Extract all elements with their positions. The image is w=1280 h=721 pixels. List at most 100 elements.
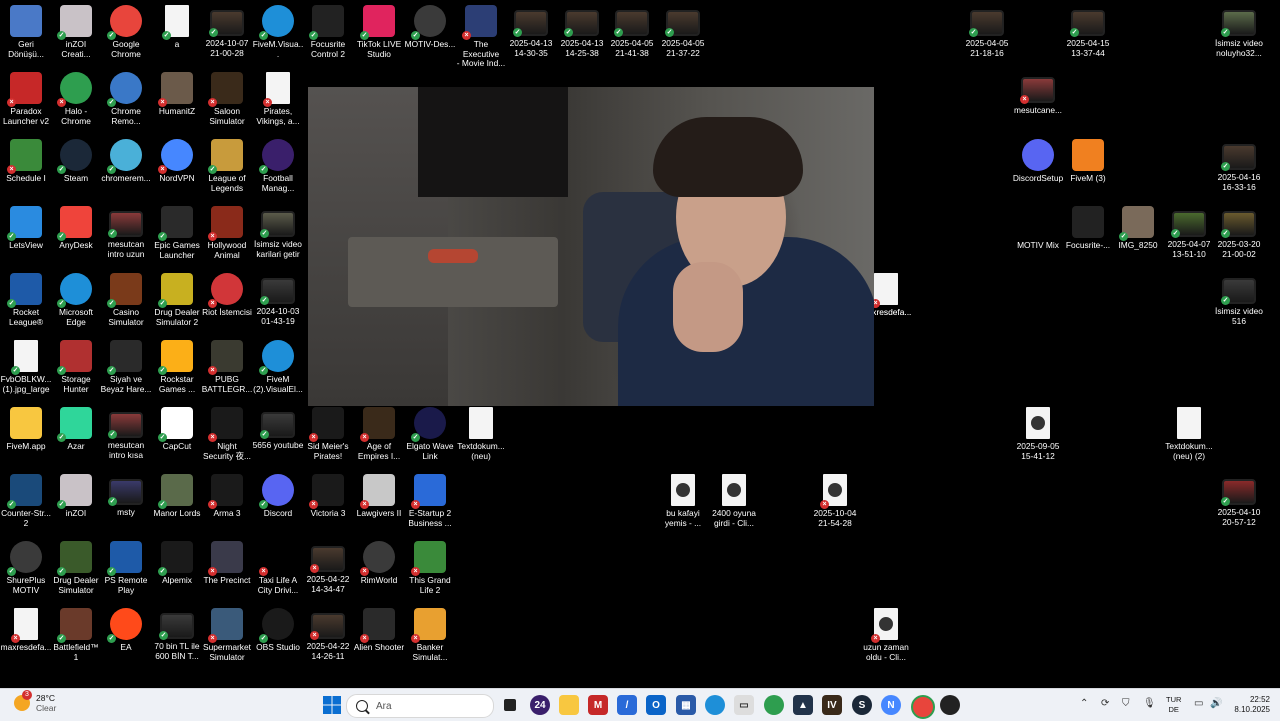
desktop-icon[interactable]: Victoria 3 <box>302 474 354 519</box>
edge-taskbar-icon[interactable] <box>705 695 725 715</box>
taskbar-blue-app-icon[interactable]: / <box>617 695 637 715</box>
language-indicator[interactable]: TUR DE <box>1166 695 1181 715</box>
desktop-icon[interactable]: The Executive - Movie Ind... <box>455 5 507 69</box>
desktop-icon[interactable]: Halo - Chrome <box>50 72 102 126</box>
desktop-icon[interactable]: Drug Dealer Simulator <box>50 541 102 595</box>
obs-taskbar-icon[interactable] <box>940 695 960 715</box>
desktop-icon[interactable]: 2025-03-20 21-00-02 <box>1213 206 1265 259</box>
desktop-icon[interactable]: The Precinct <box>201 541 253 586</box>
desktop-icon[interactable]: 2025-04-16 16-33-16 <box>1213 139 1265 192</box>
desktop-icon[interactable]: 2025-04-22 14-34-47 <box>302 541 354 594</box>
file-explorer-icon[interactable] <box>559 695 579 715</box>
desktop-icon[interactable]: Siyah ve Beyaz Hare... <box>100 340 152 394</box>
desktop-icon[interactable]: Night Security 夜... <box>201 407 253 461</box>
desktop-icon[interactable]: Sid Meier's Pirates! <box>302 407 354 461</box>
desktop-icon[interactable]: RimWorld <box>353 541 405 586</box>
desktop-icon[interactable]: Focusrite Control 2 <box>302 5 354 59</box>
desktop[interactable]: Geri Dönüşü... inZOI Creati... Google Chro… <box>0 0 1280 688</box>
desktop-icon[interactable]: Hollywood Animal <box>201 206 253 260</box>
desktop-icon[interactable]: Alpemix <box>151 541 203 586</box>
desktop-icon[interactable]: Elgato Wave Link <box>404 407 456 461</box>
age-of-empires-taskbar-icon[interactable]: IV <box>822 695 842 715</box>
desktop-icon[interactable]: Microsoft Edge <box>50 273 102 327</box>
desktop-icon[interactable]: maxresdefa... <box>0 608 52 653</box>
desktop-icon[interactable]: 2025-04-07 13-51-10 <box>1163 206 1215 259</box>
start-button[interactable] <box>322 695 342 715</box>
photo-app-icon[interactable]: ▲ <box>793 695 813 715</box>
store-icon[interactable]: ▦ <box>676 695 696 715</box>
desktop-icon[interactable]: Banker Simulat... <box>404 608 456 662</box>
desktop-icon[interactable]: 2024-10-07 21-00-28 <box>201 5 253 58</box>
desktop-icon[interactable]: Schedule I <box>0 139 52 184</box>
nordvpn-taskbar-icon[interactable]: N <box>881 695 901 715</box>
desktop-icon[interactable]: Azar <box>50 407 102 452</box>
desktop-icon[interactable]: 2025-04-13 14-30-35 <box>505 5 557 58</box>
desktop-icon[interactable]: This Grand Life 2 <box>404 541 456 595</box>
microphone-icon[interactable]: 🎙 <box>1143 698 1156 709</box>
desktop-icon[interactable]: NordVPN <box>151 139 203 184</box>
desktop-icon[interactable]: Rocket League® <box>0 273 52 327</box>
sync-icon[interactable]: ⟳ <box>1101 698 1109 709</box>
desktop-icon[interactable]: Supermarket Simulator <box>201 608 253 662</box>
desktop-icon[interactable]: Geri Dönüşü... <box>0 5 52 59</box>
vpn-tray-icon[interactable]: ⛉ <box>1122 698 1130 709</box>
desktop-icon[interactable]: EA <box>100 608 152 653</box>
outlook-icon[interactable]: O <box>646 695 666 715</box>
desktop-icon[interactable]: İsimsiz video karilari getir <box>252 206 304 259</box>
desktop-icon[interactable]: Pirates, Vikings, a... <box>252 72 304 126</box>
desktop-icon[interactable]: mesutcan intro kısa <box>100 407 152 460</box>
desktop-icon[interactable]: MOTIV Mix <box>1012 206 1064 251</box>
vpn-shield-icon[interactable] <box>764 695 784 715</box>
desktop-icon[interactable]: DiscordSetup <box>1012 139 1064 184</box>
network-icon[interactable]: ▭ <box>1194 698 1203 709</box>
desktop-icon[interactable]: Storage Hunter <box>50 340 102 394</box>
desktop-icon[interactable]: 2025-04-10 20-57-12 <box>1213 474 1265 527</box>
volume-icon[interactable]: 🔊 <box>1210 698 1222 709</box>
steam-taskbar-icon[interactable]: S <box>852 695 872 715</box>
desktop-icon[interactable]: Focusrite-... <box>1062 206 1114 251</box>
desktop-icon[interactable]: inZOI <box>50 474 102 519</box>
desktop-icon[interactable]: PUBG BATTLEGR... <box>201 340 253 394</box>
desktop-icon[interactable]: Counter-Str... 2 <box>0 474 52 528</box>
desktop-icon[interactable]: Riot İstemcisi <box>201 273 253 318</box>
clock[interactable]: 22:52 8.10.2025 <box>1228 695 1270 715</box>
desktop-icon[interactable]: Saloon Simulator <box>201 72 253 126</box>
desktop-icon[interactable]: Casino Simulator <box>100 273 152 327</box>
desktop-icon[interactable]: mesutcan intro uzun <box>100 206 152 259</box>
task-view-icon[interactable] <box>500 695 520 715</box>
desktop-icon[interactable]: Age of Empires I... <box>353 407 405 461</box>
desktop-icon[interactable]: FiveM.Visua... <box>252 5 304 59</box>
image-viewer-icon[interactable]: ▭ <box>734 695 754 715</box>
desktop-icon[interactable]: uzun zaman oldu - Cli... <box>860 608 912 662</box>
desktop-icon[interactable]: LetsView <box>0 206 52 251</box>
desktop-icon[interactable]: 2025-04-05 21-18-16 <box>961 5 1013 58</box>
desktop-icon[interactable]: 70 bin TL ile 600 BİN T... <box>151 608 203 661</box>
desktop-icon[interactable]: Football Manag... <box>252 139 304 193</box>
mcafee-icon[interactable]: M <box>588 695 608 715</box>
desktop-icon[interactable]: chromerem... <box>100 139 152 184</box>
desktop-icon[interactable]: İsimsiz video noluyho32... <box>1213 5 1265 58</box>
desktop-icon[interactable]: msty <box>100 474 152 518</box>
desktop-icon[interactable]: E-Startup 2 Business ... <box>404 474 456 528</box>
desktop-icon[interactable]: Chrome Remo... <box>100 72 152 126</box>
desktop-icon[interactable]: IMG_8250 <box>1112 206 1164 251</box>
desktop-icon[interactable]: AnyDesk <box>50 206 102 251</box>
desktop-icon[interactable]: MOTIV-Des... <box>404 5 456 50</box>
desktop-icon[interactable]: Alien Shooter <box>353 608 405 653</box>
desktop-icon[interactable]: İsimsiz video 516 <box>1213 273 1265 326</box>
desktop-icon[interactable]: 5656 youtube <box>252 407 304 451</box>
desktop-icon[interactable]: FiveM (3) <box>1062 139 1114 184</box>
video-preview-window[interactable] <box>308 87 874 406</box>
desktop-icon[interactable]: Epic Games Launcher <box>151 206 203 260</box>
desktop-icon[interactable]: Drug Dealer Simulator 2 <box>151 273 203 327</box>
desktop-icon[interactable]: 2025-04-13 14-25-38 <box>556 5 608 58</box>
desktop-icon[interactable]: TikTok LIVE Studio <box>353 5 405 59</box>
desktop-icon[interactable]: FiveM (2).VisualEl... <box>252 340 304 394</box>
desktop-icon[interactable]: Lawgivers II <box>353 474 405 519</box>
desktop-icon[interactable]: FvbOBLKW... (1).jpg_large <box>0 340 52 394</box>
desktop-icon[interactable]: Steam <box>50 139 102 184</box>
desktop-icon[interactable]: Manor Lords <box>151 474 203 519</box>
desktop-icon[interactable]: a <box>151 5 203 50</box>
desktop-icon[interactable]: League of Legends <box>201 139 253 193</box>
desktop-icon[interactable]: ShurePlus MOTIV <box>0 541 52 595</box>
